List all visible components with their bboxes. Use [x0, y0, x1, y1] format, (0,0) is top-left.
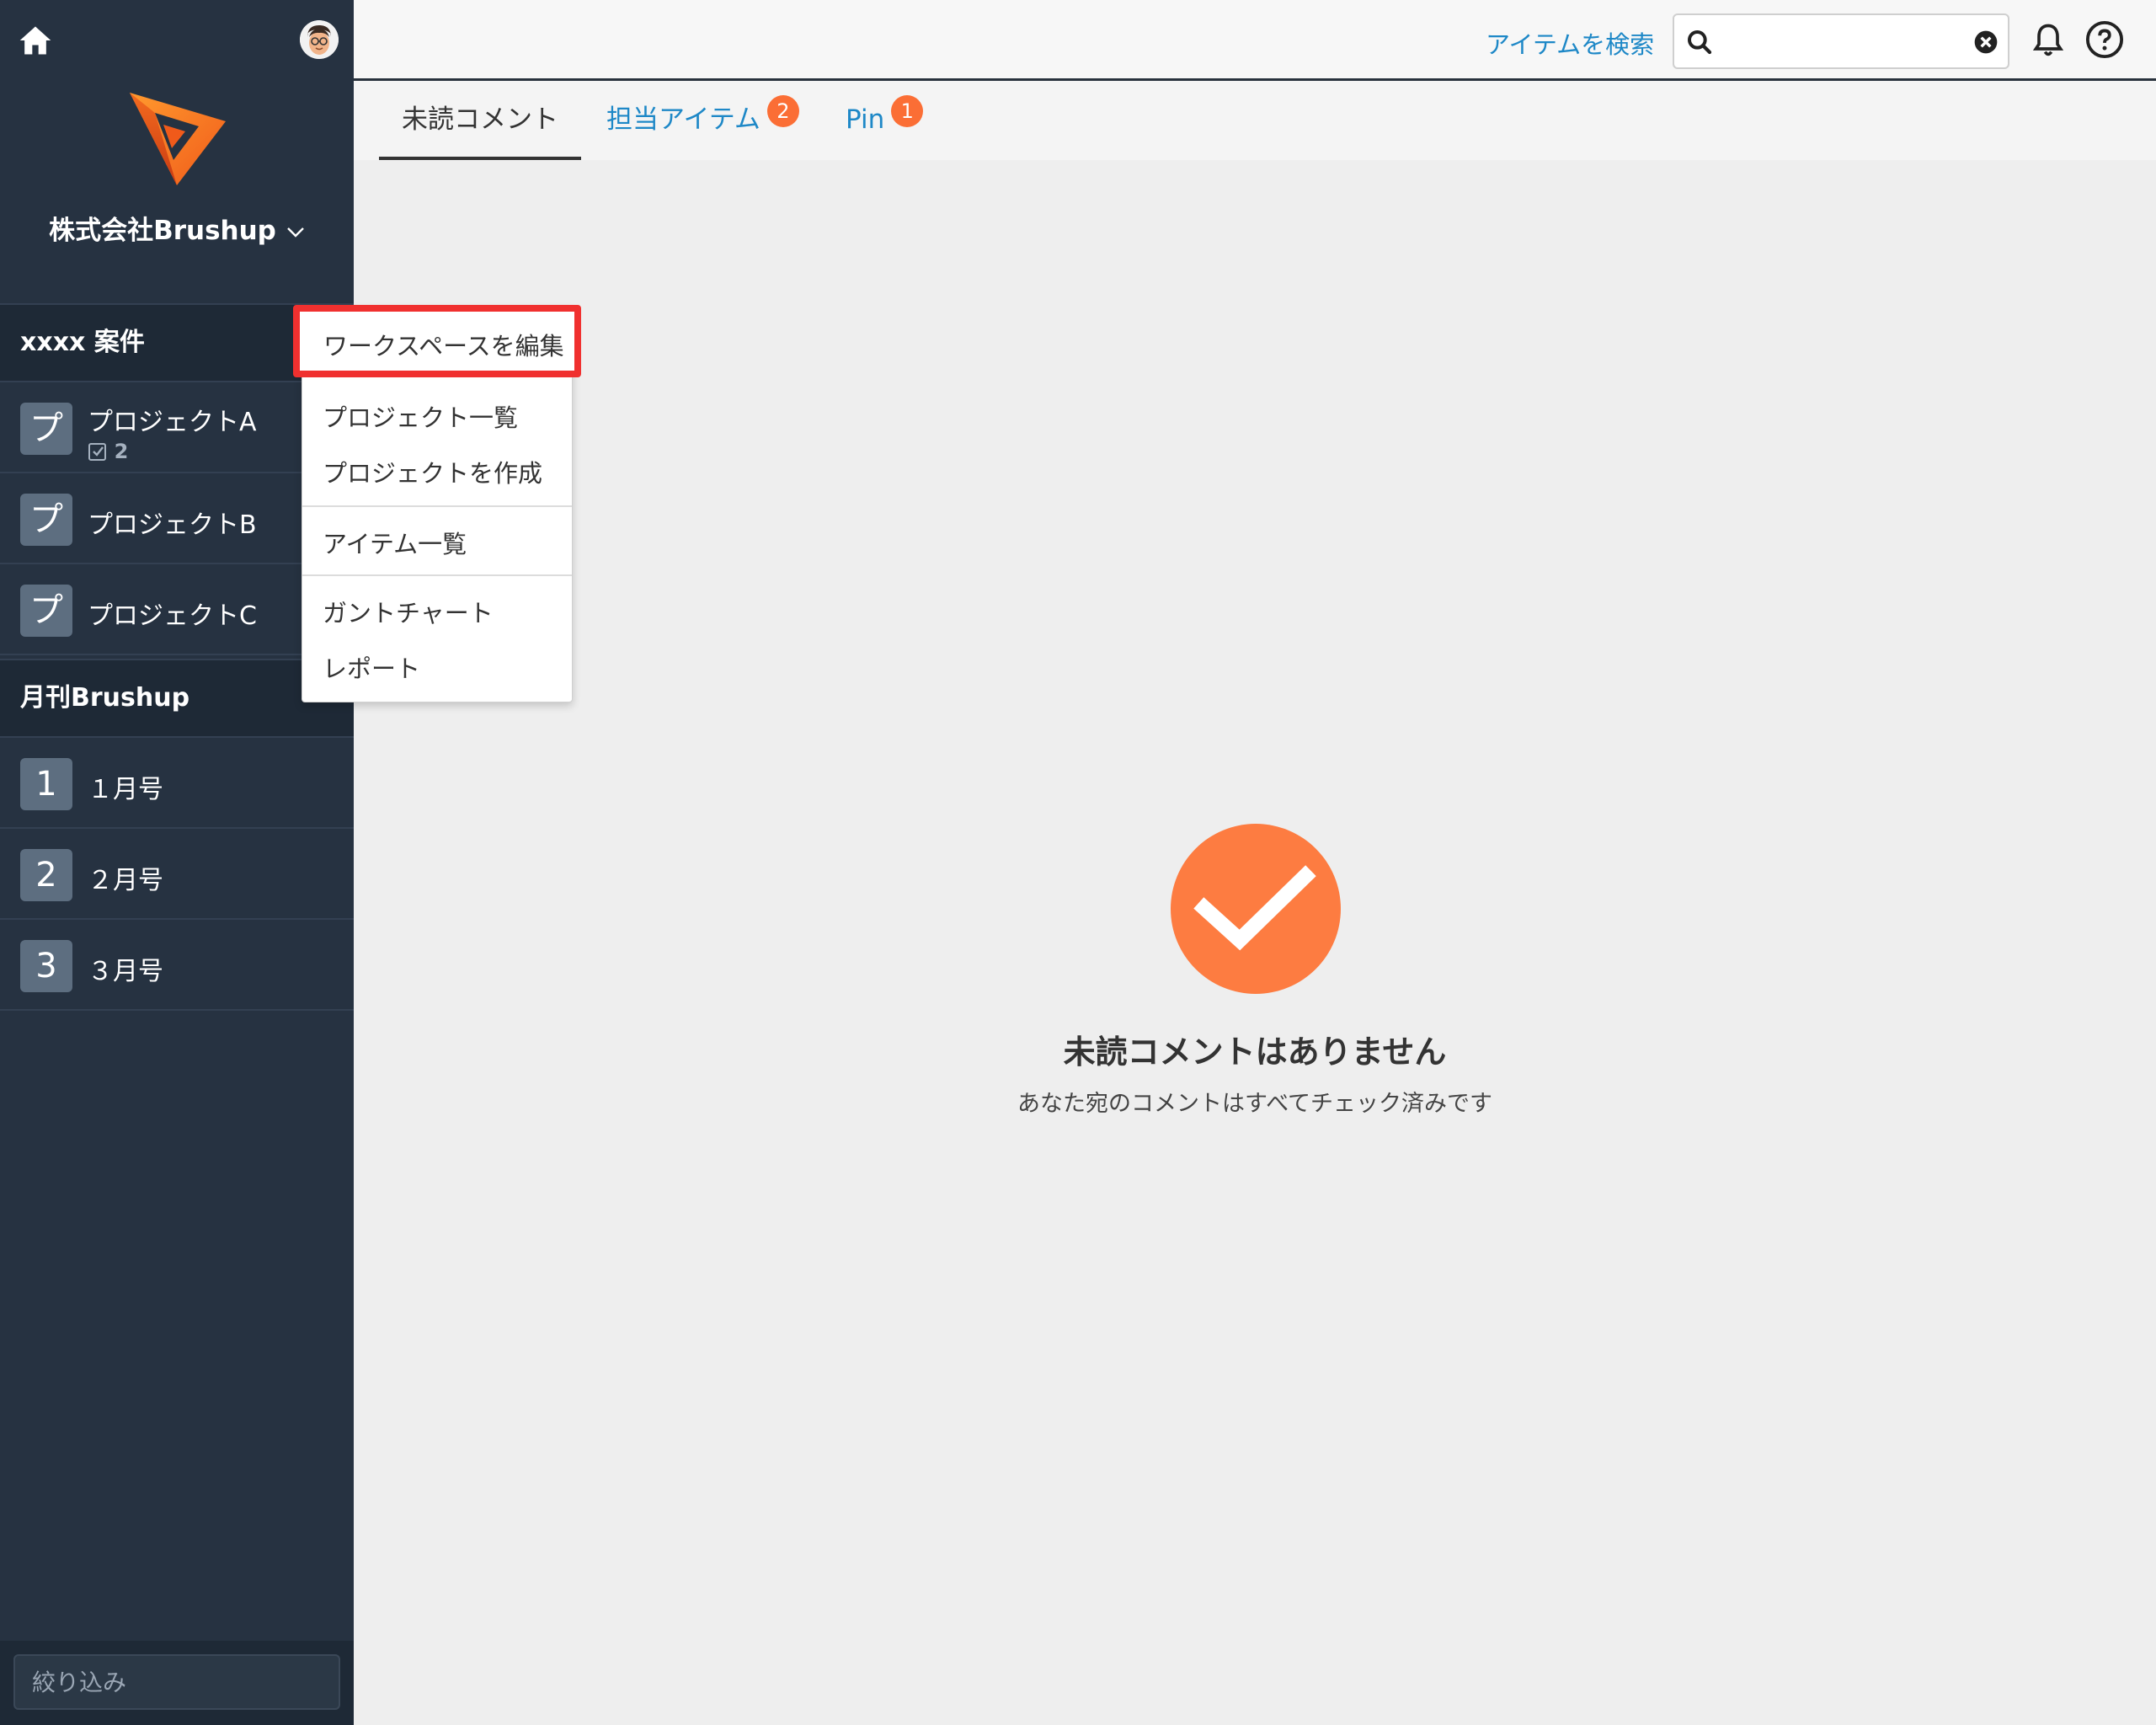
project-tile: 2 — [20, 849, 72, 901]
project-tile: 1 — [20, 758, 72, 810]
menu-item-edit-workspace[interactable]: ワークスペースを編集 — [293, 305, 581, 377]
chevron-down-icon — [287, 227, 304, 238]
menu-item-gantt-chart[interactable]: ガントチャート — [323, 594, 494, 629]
count-badge: 2 — [766, 95, 799, 127]
project-label: ３月号 — [88, 957, 163, 986]
task-count-value: 2 — [114, 440, 129, 463]
home-icon[interactable] — [17, 22, 54, 59]
sidebar-item-project-c[interactable]: プ プロジェクトC — [0, 564, 354, 655]
project-label: ２月号 — [88, 866, 163, 895]
project-label: １月号 — [88, 775, 163, 804]
menu-item-item-list[interactable]: アイテム一覧 — [323, 525, 467, 560]
organization-name: 株式会社Brushup — [49, 216, 276, 246]
tab-label: 担当アイテム — [606, 104, 760, 135]
menu-item-create-project[interactable]: プロジェクトを作成 — [323, 454, 542, 489]
project-tile: プ — [20, 585, 72, 637]
item-search-link[interactable]: アイテムを検索 — [1486, 25, 1654, 61]
sidebar-item-issue-2[interactable]: 2 ２月号 — [0, 829, 354, 920]
tab-unread-comments[interactable]: 未読コメント — [379, 81, 581, 160]
search-icon — [1688, 30, 1712, 55]
project-label: プロジェクトC — [88, 601, 257, 631]
project-label: プロジェクトA — [88, 408, 257, 437]
project-tile: プ — [20, 403, 72, 455]
project-tile: 3 — [20, 940, 72, 992]
search-box[interactable] — [1673, 13, 2009, 69]
search-input[interactable] — [1720, 20, 1959, 64]
project-task-count: 2 — [88, 440, 128, 463]
empty-state-title: 未読コメントはありません — [1063, 1033, 1447, 1071]
sidebar-item-issue-1[interactable]: 1 １月号 — [0, 738, 354, 829]
top-bar: アイテムを検索 — [354, 0, 2156, 81]
count-badge: 1 — [891, 95, 924, 127]
tab-pin[interactable]: Pin 1 — [846, 81, 924, 160]
sidebar-item-project-b[interactable]: プ プロジェクトB — [0, 473, 354, 564]
edit-workspace-label: ワークスペースを編集 — [323, 332, 564, 360]
workspace-name: xxxx 案件 — [20, 328, 145, 357]
user-avatar[interactable] — [300, 20, 339, 59]
tab-label: Pin — [846, 104, 885, 135]
checkmark-icon — [1193, 865, 1316, 951]
project-tile: プ — [20, 494, 72, 546]
tab-assigned-items[interactable]: 担当アイテム 2 — [606, 81, 799, 160]
clear-search-icon[interactable] — [1972, 29, 1999, 56]
brushup-logo — [130, 93, 226, 185]
checkbox-task-icon — [88, 443, 106, 461]
menu-item-report[interactable]: レポート — [323, 649, 420, 685]
sidebar-footer — [0, 1641, 354, 1725]
filter-input[interactable] — [13, 1654, 340, 1710]
notification-bell-icon[interactable] — [2030, 20, 2067, 59]
menu-item-project-list[interactable]: プロジェクト一覧 — [323, 398, 518, 434]
project-label: プロジェクトB — [88, 510, 257, 540]
tab-bar: 未読コメント 担当アイテム 2 Pin 1 — [354, 81, 2156, 160]
empty-state-subtitle: あなた宛のコメントはすべてチェック済みです — [1017, 1091, 1493, 1117]
workspace-name: 月刊Brushup — [20, 683, 190, 713]
sidebar-item-issue-3[interactable]: 3 ３月号 — [0, 920, 354, 1011]
menu-divider — [302, 505, 572, 507]
sidebar-item-project-a[interactable]: プ プロジェクトA 2 — [0, 382, 354, 473]
avatar-face-icon — [300, 20, 339, 59]
workspace-header-monthly-brushup[interactable]: 月刊Brushup — [0, 659, 354, 738]
help-icon[interactable] — [2085, 20, 2124, 59]
menu-divider — [302, 574, 572, 576]
organization-switcher[interactable]: 株式会社Brushup — [0, 209, 354, 247]
sidebar: 株式会社Brushup xxxx 案件 プ プロジェクトA 2 プ プロジェクト… — [0, 0, 354, 1725]
tab-label: 未読コメント — [402, 104, 558, 135]
empty-state-check-badge — [1171, 824, 1341, 994]
